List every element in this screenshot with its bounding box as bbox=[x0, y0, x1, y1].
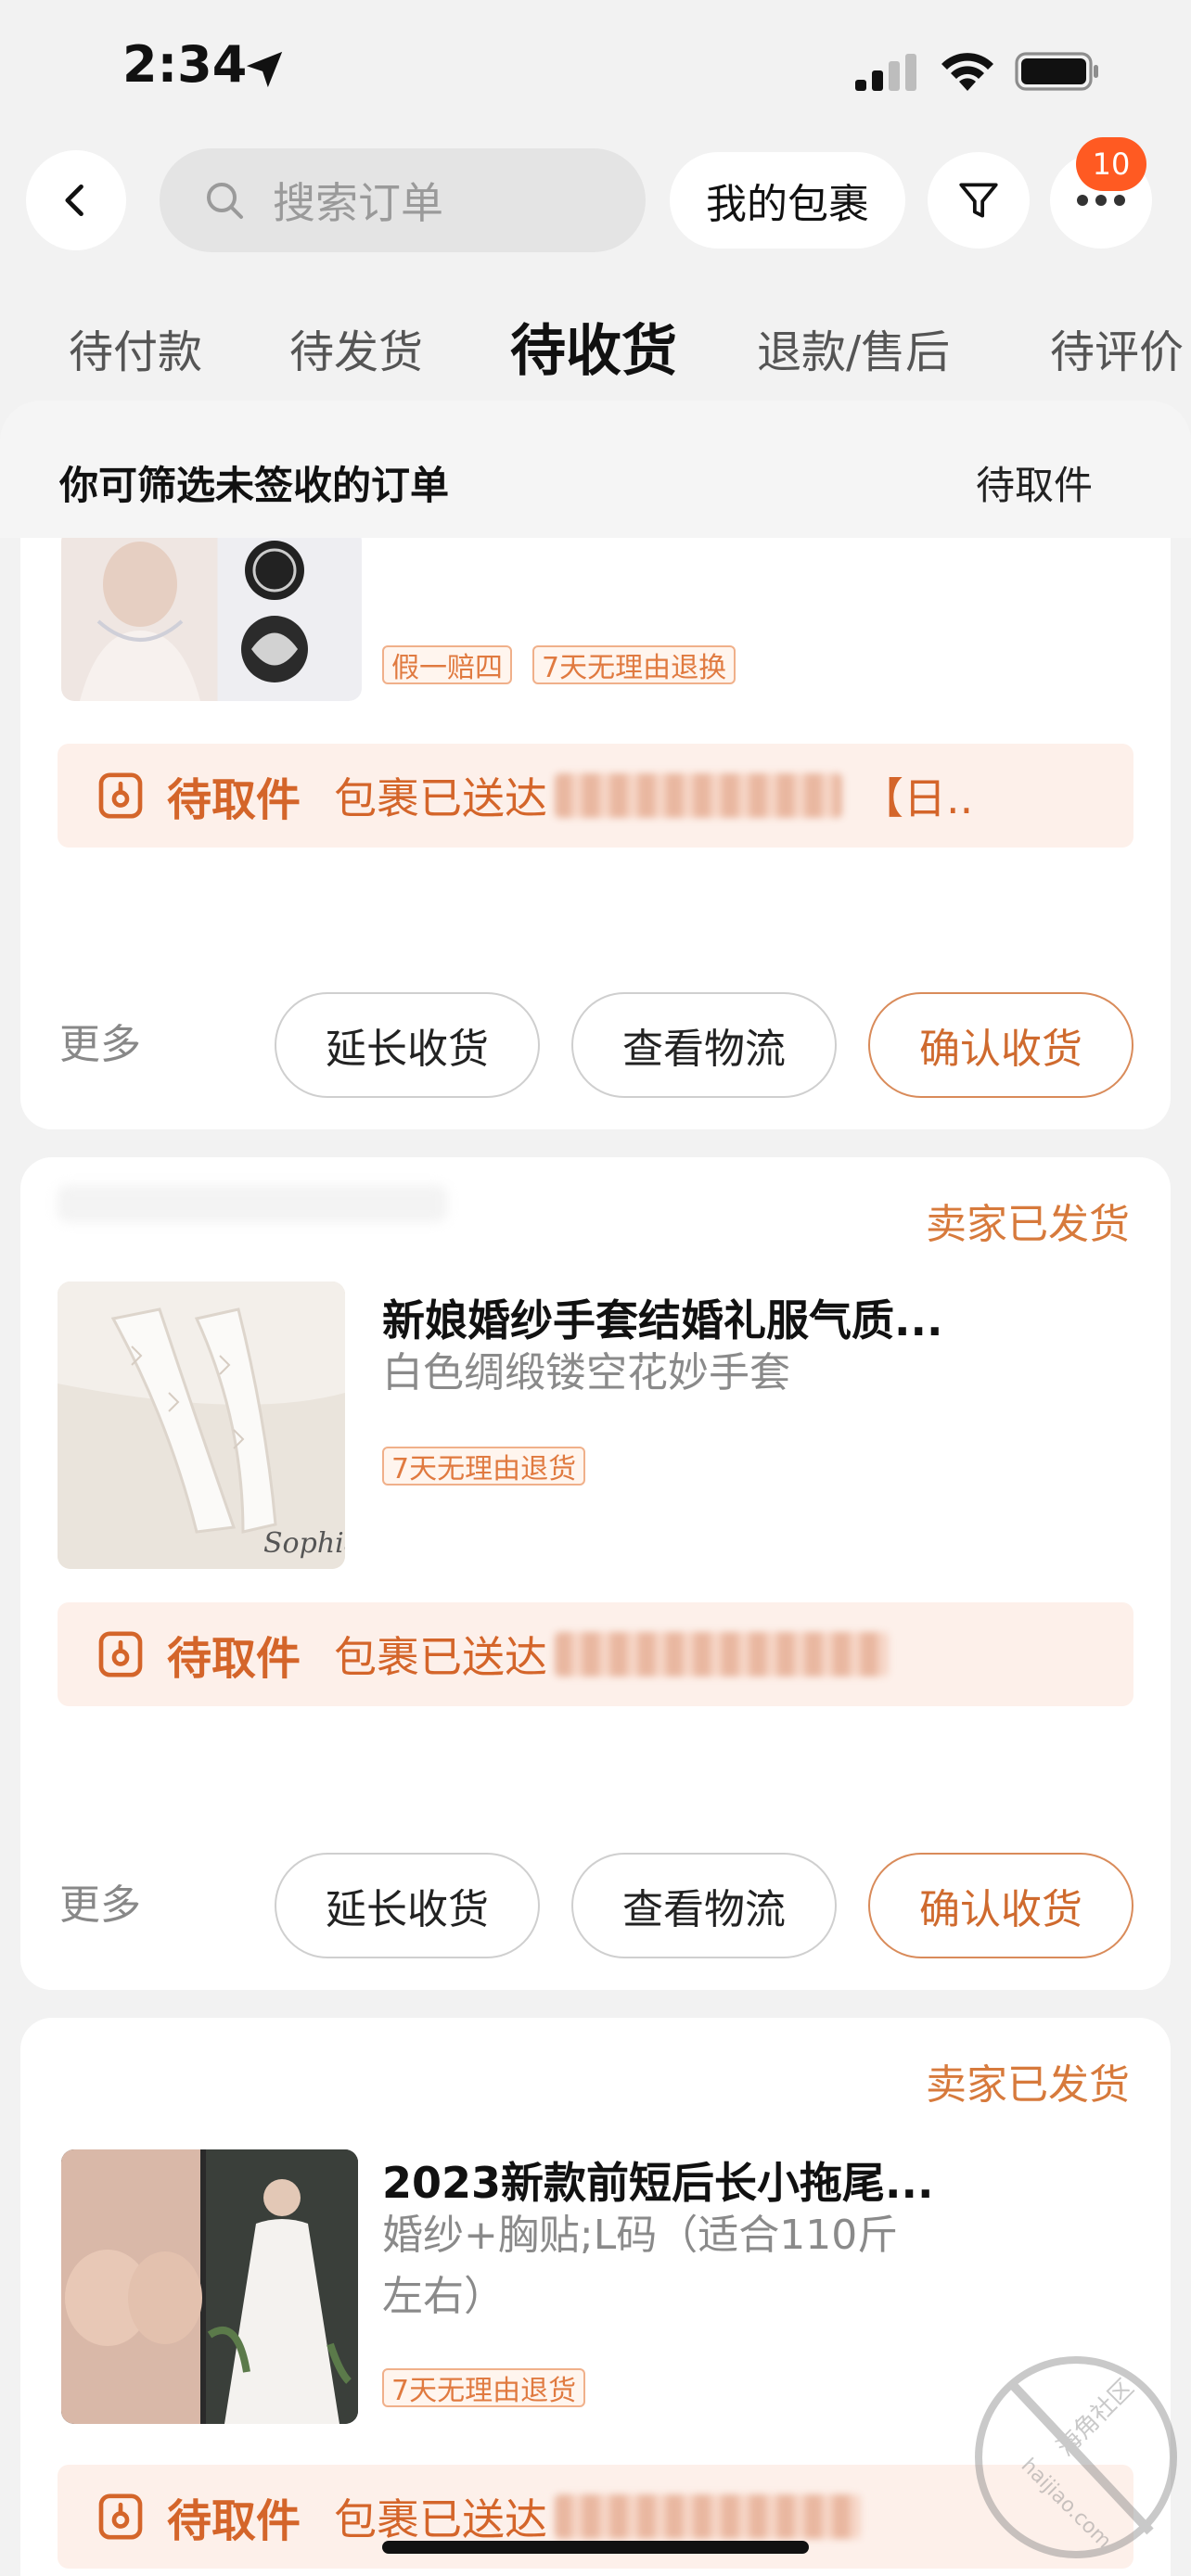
filter-funnel-icon bbox=[959, 183, 998, 218]
watermark-domain: haijiao.com bbox=[1017, 2455, 1116, 2554]
parcel-locker-icon bbox=[98, 772, 143, 819]
redacted-address bbox=[555, 2494, 862, 2539]
more-actions-link[interactable]: 更多 bbox=[59, 1011, 141, 1070]
tag-fake-compensation: 假一赔四 bbox=[382, 645, 512, 684]
more-actions-link[interactable]: 更多 bbox=[59, 1871, 141, 1931]
item-spec-line1: 婚纱+胸贴;L码（适合110斤 bbox=[382, 2212, 899, 2259]
confirm-receipt-button[interactable]: 确认收货 bbox=[868, 992, 1133, 1098]
back-button[interactable] bbox=[26, 150, 126, 250]
search-input[interactable]: 搜索订单 bbox=[160, 148, 646, 252]
tag-7day-return: 7天无理由退货 bbox=[382, 2368, 586, 2407]
more-dots-icon bbox=[1077, 195, 1125, 206]
view-logistics-button[interactable]: 查看物流 bbox=[571, 992, 837, 1098]
notification-badge: 10 bbox=[1076, 137, 1146, 191]
battery-icon bbox=[1015, 52, 1098, 91]
parcel-locker-icon bbox=[98, 1631, 143, 1677]
item-title[interactable]: 新娘婚纱手套结婚礼服气质... bbox=[382, 1287, 942, 1348]
pickup-filter-button[interactable]: 待取件 bbox=[976, 454, 1093, 511]
product-thumbnail[interactable] bbox=[61, 529, 362, 701]
pickup-status-row[interactable]: 待取件 包裹已送达 bbox=[58, 1602, 1133, 1706]
pickup-description: 包裹已送达 bbox=[334, 773, 548, 823]
lace-gloves-image: Sophia bbox=[58, 1282, 345, 1569]
order-card[interactable]: 款) 假一赔四 7天无理由退换 待取件 包裹已送达 【日.. 更多 延长收货 查… bbox=[20, 464, 1171, 1129]
tag-7day-return: 7天无理由退货 bbox=[382, 1447, 586, 1486]
tab-pending-payment[interactable]: 待付款 bbox=[69, 315, 202, 380]
search-icon bbox=[207, 183, 243, 219]
tab-pending-review[interactable]: 待评价 bbox=[1050, 315, 1184, 380]
cellular-signal-icon bbox=[855, 54, 916, 91]
item-spec-line2: 左右） bbox=[382, 2273, 505, 2320]
tag-7day-return: 7天无理由退换 bbox=[532, 645, 736, 684]
confirm-receipt-button[interactable]: 确认收货 bbox=[868, 1853, 1133, 1958]
wedding-dress-image bbox=[61, 2149, 358, 2424]
pickup-description: 包裹已送达 bbox=[334, 1632, 548, 1682]
location-arrow-icon bbox=[246, 51, 283, 88]
svg-text:Sophia: Sophia bbox=[263, 1527, 345, 1560]
home-indicator bbox=[382, 2541, 809, 2554]
tab-refund-aftersale[interactable]: 退款/售后 bbox=[757, 315, 950, 380]
redacted-shop-name bbox=[58, 1185, 447, 1222]
redacted-address bbox=[555, 1632, 890, 1677]
order-tabs: 待付款 待发货 待收货 退款/售后 待评价 bbox=[0, 306, 1191, 399]
extend-receipt-button[interactable]: 延长收货 bbox=[275, 1853, 540, 1958]
item-title[interactable]: 2023新款前短后长小拖尾... bbox=[382, 2149, 933, 2211]
product-thumbnail[interactable]: Sophia bbox=[58, 1282, 345, 1569]
wifi-icon bbox=[941, 53, 993, 91]
pickup-label: 待取件 bbox=[167, 2495, 301, 2547]
pickup-suffix: 【日.. bbox=[861, 773, 974, 823]
order-card[interactable]: 卖家已发货 Sophia 新娘婚纱手套结婚礼服气质... 白色绸缎镂空花妙手套 … bbox=[20, 1157, 1171, 1990]
pickup-label: 待取件 bbox=[167, 774, 301, 826]
search-placeholder: 搜索订单 bbox=[273, 178, 443, 228]
wedding-jewelry-image bbox=[80, 541, 308, 701]
parcel-locker-icon bbox=[98, 2493, 143, 2540]
item-spec: 白色绸缎镂空花妙手套 bbox=[382, 1349, 790, 1396]
extend-receipt-button[interactable]: 延长收货 bbox=[275, 992, 540, 1098]
order-status: 卖家已发货 bbox=[926, 1201, 1130, 1248]
tab-pending-shipment[interactable]: 待发货 bbox=[289, 315, 423, 380]
product-thumbnail[interactable] bbox=[61, 2149, 358, 2424]
order-status: 卖家已发货 bbox=[926, 2061, 1130, 2109]
chevron-left-icon bbox=[65, 184, 83, 217]
pickup-label: 待取件 bbox=[167, 1633, 301, 1685]
status-time: 2:34 bbox=[122, 35, 248, 94]
redacted-address bbox=[555, 773, 843, 818]
site-watermark-logo: 海角社区 haijiao.com bbox=[975, 2356, 1177, 2558]
pickup-status-row[interactable]: 待取件 包裹已送达 【日.. bbox=[58, 744, 1133, 848]
view-logistics-button[interactable]: 查看物流 bbox=[571, 1853, 837, 1958]
filter-button[interactable] bbox=[928, 152, 1030, 249]
watermark-text: 海角社区 bbox=[1052, 2374, 1140, 2462]
pickup-description: 包裹已送达 bbox=[334, 2494, 548, 2544]
filter-hint-text: 你可筛选未签收的订单 bbox=[59, 463, 450, 508]
tab-pending-receipt[interactable]: 待收货 bbox=[510, 306, 677, 387]
my-package-button[interactable]: 我的包裹 bbox=[670, 152, 905, 249]
